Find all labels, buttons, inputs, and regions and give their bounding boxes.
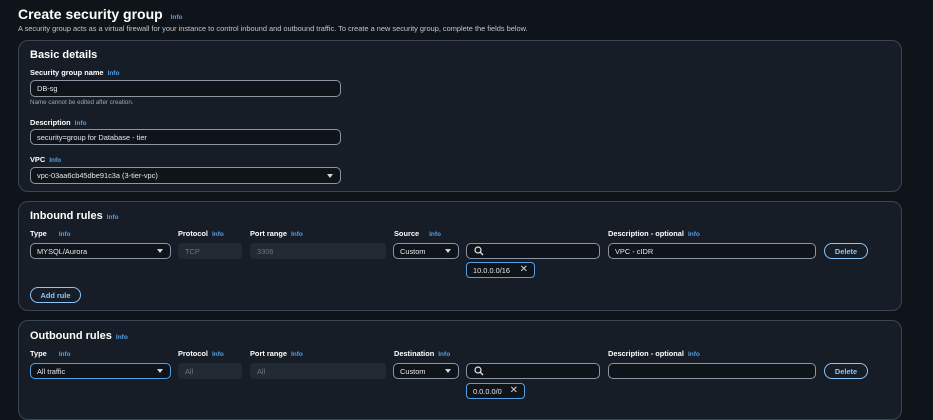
inbound-type-select[interactable]: MYSQL/Aurora — [30, 243, 171, 259]
outbound-rules-heading: Outbound rules Info — [30, 330, 128, 342]
outbound-description-input[interactable] — [608, 363, 816, 379]
page-title-text: Create security group — [18, 6, 163, 22]
outbound-destination-header-text: Destination — [394, 349, 435, 358]
description-label-text: Description — [30, 118, 71, 127]
info-link[interactable]: Info — [171, 14, 183, 21]
inbound-port-field: 3306 — [250, 243, 386, 259]
security-group-name-label: Security group name Info — [30, 68, 119, 77]
info-link[interactable]: Info — [108, 70, 120, 77]
outbound-rules-heading-text: Outbound rules — [30, 330, 112, 342]
outbound-type-header: Type Info — [30, 349, 71, 358]
vpc-select[interactable]: vpc-03aa6cb45dbe91c3a (3-tier-vpc) — [30, 167, 341, 184]
outbound-cidr-search-input[interactable] — [466, 363, 600, 379]
inbound-protocol-header-text: Protocol — [178, 229, 208, 238]
inbound-port-header-text: Port range — [250, 229, 287, 238]
info-link[interactable]: Info — [429, 231, 441, 238]
vpc-select-value: vpc-03aa6cb45dbe91c3a (3-tier-vpc) — [37, 171, 158, 180]
outbound-destination-header: Destination Info — [394, 349, 450, 358]
info-link[interactable]: Info — [438, 351, 450, 358]
security-group-name-input[interactable]: DB-sg — [30, 80, 341, 97]
outbound-type-select[interactable]: All traffic — [30, 363, 171, 379]
info-link[interactable]: Info — [107, 214, 119, 221]
inbound-rules-heading-text: Inbound rules — [30, 210, 103, 222]
outbound-type-select-value: All traffic — [37, 366, 66, 376]
search-icon — [474, 366, 484, 376]
outbound-type-header-text: Type — [30, 349, 47, 358]
outbound-port-field: All — [250, 363, 386, 379]
inbound-rules-panel: Inbound rules Info Type Info Protocol Info … — [18, 201, 902, 311]
search-icon — [474, 246, 484, 256]
outbound-description-header: Description - optional Info — [608, 349, 700, 358]
info-link[interactable]: Info — [291, 351, 303, 358]
info-link[interactable]: Info — [688, 351, 700, 358]
inbound-type-header: Type Info — [30, 229, 71, 238]
chevron-down-icon — [157, 249, 163, 253]
chevron-down-icon — [445, 249, 451, 253]
outbound-protocol-header: Protocol Info — [178, 349, 224, 358]
info-link[interactable]: Info — [116, 334, 128, 341]
close-icon[interactable]: ✕ — [520, 265, 528, 275]
description-input[interactable]: security=group for Database - tier — [30, 129, 341, 145]
inbound-type-select-value: MYSQL/Aurora — [37, 246, 88, 256]
inbound-cidr-token: 10.0.0.0/16 ✕ — [466, 262, 535, 278]
info-link[interactable]: Info — [212, 231, 224, 238]
inbound-description-header-text: Description - optional — [608, 229, 684, 238]
basic-details-heading: Basic details — [30, 49, 98, 61]
outbound-cidr-token: 0.0.0.0/0 ✕ — [466, 383, 525, 399]
security-group-name-label-text: Security group name — [30, 68, 104, 77]
inbound-source-select[interactable]: Custom — [393, 243, 459, 259]
info-link[interactable]: Info — [75, 120, 87, 127]
info-link[interactable]: Info — [212, 351, 224, 358]
inbound-port-header: Port range Info — [250, 229, 303, 238]
chevron-down-icon — [327, 173, 333, 178]
outbound-protocol-header-text: Protocol — [178, 349, 208, 358]
inbound-description-header: Description - optional Info — [608, 229, 700, 238]
close-icon[interactable]: ✕ — [510, 386, 518, 396]
outbound-port-header: Port range Info — [250, 349, 303, 358]
inbound-protocol-field: TCP — [178, 243, 242, 259]
outbound-destination-select-value: Custom — [400, 366, 426, 376]
outbound-protocol-field: All — [178, 363, 242, 379]
inbound-protocol-header: Protocol Info — [178, 229, 224, 238]
inbound-source-header: Source Info — [394, 229, 441, 238]
inbound-cidr-token-text: 10.0.0.0/16 — [473, 265, 510, 275]
outbound-destination-select[interactable]: Custom — [393, 363, 459, 379]
description-label: Description Info — [30, 118, 87, 127]
inbound-cidr-search-input[interactable] — [466, 243, 600, 259]
page-description: A security group acts as a virtual firew… — [18, 24, 528, 33]
inbound-rules-heading: Inbound rules Info — [30, 210, 119, 222]
add-rule-button[interactable]: Add rule — [30, 287, 81, 303]
chevron-down-icon — [157, 369, 163, 373]
info-link[interactable]: Info — [59, 351, 71, 358]
basic-details-panel: Basic details Security group name Info DB… — [18, 40, 902, 192]
chevron-down-icon — [445, 369, 451, 373]
vpc-label: VPC Info — [30, 155, 61, 164]
outbound-description-header-text: Description - optional — [608, 349, 684, 358]
page-title: Create security group Info — [18, 6, 183, 22]
info-link[interactable]: Info — [49, 157, 61, 164]
info-link[interactable]: Info — [291, 231, 303, 238]
outbound-port-header-text: Port range — [250, 349, 287, 358]
inbound-delete-button[interactable]: Delete — [824, 243, 868, 259]
vpc-label-text: VPC — [30, 155, 46, 164]
inbound-source-header-text: Source — [394, 229, 420, 238]
info-link[interactable]: Info — [688, 231, 700, 238]
inbound-type-header-text: Type — [30, 229, 47, 238]
outbound-cidr-token-text: 0.0.0.0/0 — [473, 386, 502, 396]
name-hint: Name cannot be edited after creation. — [30, 99, 134, 106]
inbound-description-input[interactable]: VPC - cIDR — [608, 243, 816, 259]
inbound-source-select-value: Custom — [400, 246, 426, 256]
outbound-rules-panel: Outbound rules Info Type Info Protocol Info… — [18, 320, 902, 420]
outbound-delete-button[interactable]: Delete — [824, 363, 868, 379]
info-link[interactable]: Info — [59, 231, 71, 238]
